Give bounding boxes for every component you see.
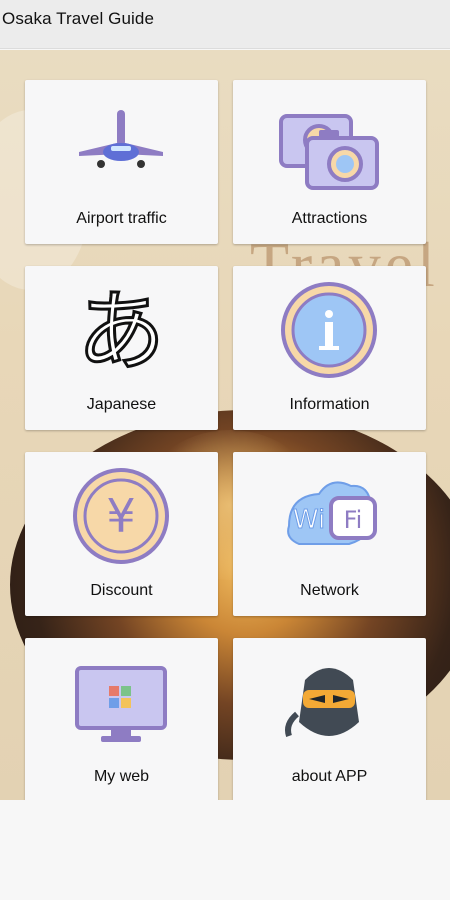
camera-icon (279, 114, 379, 190)
app-title: Osaka Travel Guide (2, 9, 155, 28)
svg-text:Fi: Fi (344, 506, 363, 534)
tile-japanese[interactable]: あ Japanese (25, 266, 218, 430)
tile-label: My web (93, 768, 150, 785)
app-bar: Osaka Travel Guide (0, 0, 450, 49)
tile-information[interactable]: Information (233, 266, 426, 430)
wifi-icon: Wi Fi (287, 481, 377, 545)
bottom-empty-area (0, 800, 450, 900)
airplane-icon (79, 110, 163, 168)
monitor-icon (75, 666, 167, 742)
tile-label: Japanese (86, 396, 157, 413)
svg-text:あ: あ (77, 280, 165, 380)
yen-coin-icon: ¥ (73, 468, 169, 564)
tile-label: about APP (291, 768, 368, 785)
tile-label: Airport traffic (76, 210, 167, 227)
tile-label: Information (289, 396, 370, 413)
tile-about-app[interactable]: about APP (233, 638, 426, 802)
tile-label: Attractions (291, 210, 368, 227)
tile-discount[interactable]: ¥ Discount (25, 452, 218, 616)
svg-text:Wi: Wi (293, 505, 325, 535)
info-icon (281, 282, 377, 378)
tile-network[interactable]: Wi Fi Network (233, 452, 426, 616)
tile-label: Network (300, 582, 359, 599)
tile-my-web[interactable]: My web (25, 638, 218, 802)
svg-text:¥: ¥ (106, 489, 135, 543)
tile-label: Discount (90, 582, 153, 599)
tile-airport-traffic[interactable]: Airport traffic (25, 80, 218, 244)
tile-attractions[interactable]: Attractions (233, 80, 426, 244)
ninja-icon (285, 668, 359, 737)
hiragana-a-icon: あ (75, 280, 166, 380)
